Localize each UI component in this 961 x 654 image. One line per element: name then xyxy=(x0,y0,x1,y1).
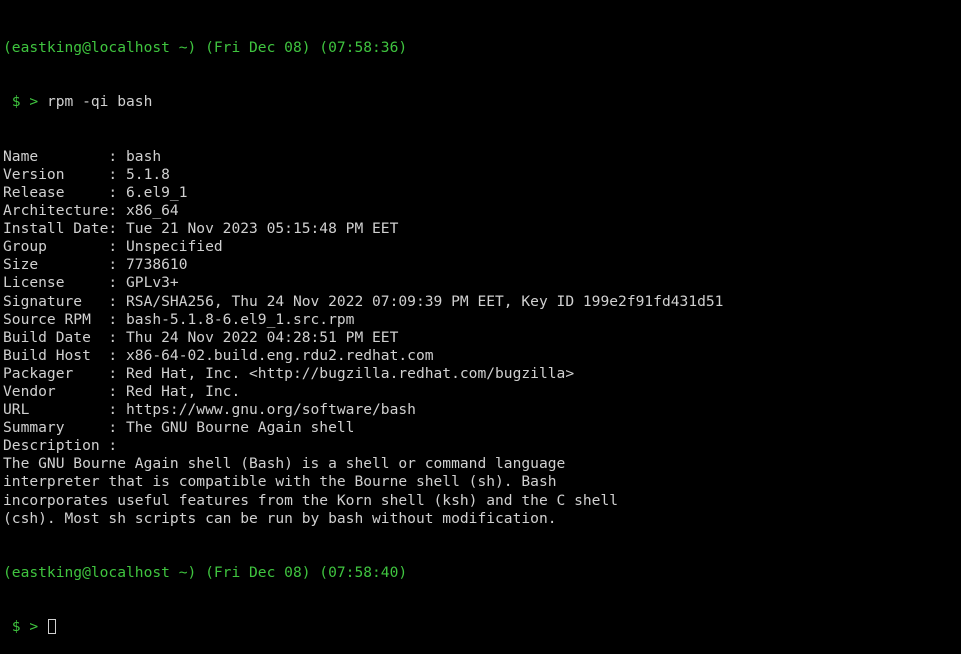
output-line: incorporates useful features from the Ko… xyxy=(3,491,619,509)
output-line: Install Date: Tue 21 Nov 2023 05:15:48 P… xyxy=(3,220,399,238)
output-line: URL : https://www.gnu.org/software/bash xyxy=(3,401,416,419)
output-line: Build Date : Thu 24 Nov 2022 04:28:51 PM… xyxy=(3,328,399,346)
command-output: Name : bash Version : 5.1.8 Release : 6.el… xyxy=(3,148,958,528)
output-line: Vendor : Red Hat, Inc. xyxy=(3,382,241,400)
output-line: interpreter that is compatible with the … xyxy=(3,473,557,491)
output-line: License : GPLv3+ xyxy=(3,274,179,292)
prompt-header: (eastking@localhost ~) (Fri Dec 08) (07:… xyxy=(3,39,408,57)
prompt-symbol-current: $ > xyxy=(3,618,47,636)
output-line: Description : xyxy=(3,437,118,455)
output-line: Version : 5.1.8 xyxy=(3,165,170,183)
output-line: Architecture: x86_64 xyxy=(3,202,179,220)
output-line: Size : 7738610 xyxy=(3,256,188,274)
command-text: rpm -qi bash xyxy=(46,93,153,111)
output-line: Group : Unspecified xyxy=(3,238,223,256)
prompt-header-current: (eastking@localhost ~) (Fri Dec 08) (07:… xyxy=(3,563,408,581)
output-line: Packager : Red Hat, Inc. <http://bugzill… xyxy=(3,364,575,382)
output-line: Build Host : x86-64-02.build.eng.rdu2.re… xyxy=(3,346,434,364)
output-line: The GNU Bourne Again shell (Bash) is a s… xyxy=(3,455,566,473)
output-line: Name : bash xyxy=(3,147,162,165)
command-line: $ > rpm -qi bash xyxy=(3,93,958,111)
output-line: Summary : The GNU Bourne Again shell xyxy=(3,419,355,437)
output-line: Source RPM : bash-5.1.8-6.el9_1.src.rpm xyxy=(3,310,355,328)
text-cursor[interactable] xyxy=(47,619,56,635)
output-line: (csh). Most sh scripts can be run by bas… xyxy=(3,509,557,527)
terminal-window[interactable]: (eastking@localhost ~) (Fri Dec 08) (07:… xyxy=(3,3,958,635)
current-command-line[interactable]: $ > xyxy=(3,618,958,636)
output-line: Signature : RSA/SHA256, Thu 24 Nov 2022 … xyxy=(3,292,724,310)
output-line: Release : 6.el9_1 xyxy=(3,183,188,201)
prompt-symbol: $ > xyxy=(3,93,47,111)
